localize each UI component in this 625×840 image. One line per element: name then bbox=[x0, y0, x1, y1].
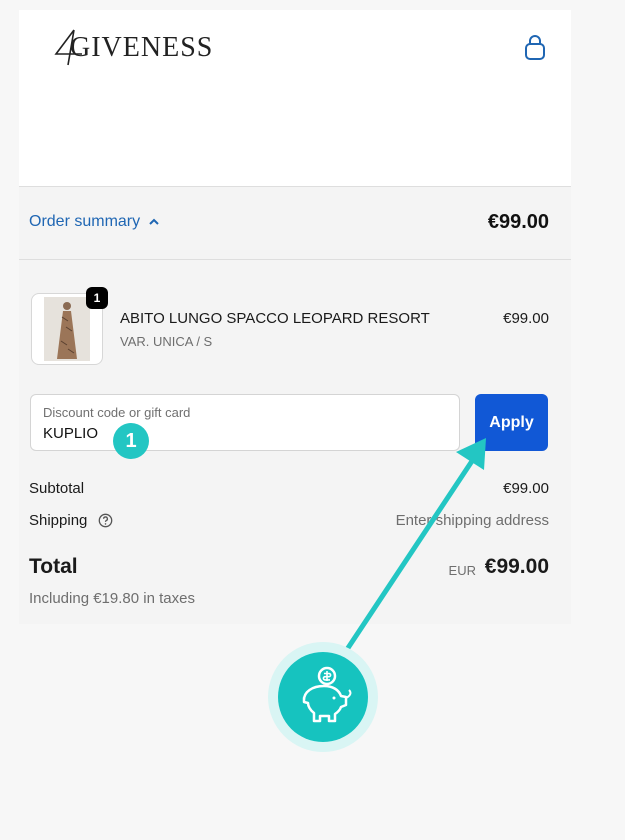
brand-logo[interactable]: GIVENESS bbox=[52, 26, 242, 68]
discount-field-label: Discount code or gift card bbox=[43, 405, 191, 420]
header: GIVENESS bbox=[19, 10, 571, 187]
shipping-value: Enter shipping address bbox=[395, 512, 549, 529]
total-value: €99.00 bbox=[484, 555, 549, 578]
step-number-badge: 1 bbox=[113, 423, 149, 459]
subtotal-label: Subtotal bbox=[29, 480, 85, 497]
discount-field-value[interactable]: KUPLIO bbox=[43, 425, 98, 442]
total-label: Total bbox=[29, 555, 78, 578]
piggy-bank-icon bbox=[302, 666, 352, 723]
subtotal-value: €99.00 bbox=[503, 480, 549, 497]
total-currency: EUR bbox=[448, 563, 476, 578]
checkout-card: GIVENESS Order summary €99.00 1 ABITO LU… bbox=[19, 10, 571, 624]
order-summary-toggle[interactable]: Order summary bbox=[29, 213, 160, 231]
quantity-badge: 1 bbox=[86, 287, 108, 309]
apply-button[interactable]: Apply bbox=[475, 394, 548, 451]
shipping-label: Shipping bbox=[29, 512, 88, 529]
order-summary-bar[interactable]: Order summary €99.00 bbox=[19, 187, 571, 260]
taxes-note: Including €19.80 in taxes bbox=[29, 590, 195, 607]
summary-total: €99.00 bbox=[487, 211, 549, 233]
logo-wordmark: GIVENESS bbox=[70, 32, 214, 63]
help-circle-icon[interactable] bbox=[98, 513, 113, 528]
product-variant: VAR. UNICA / S bbox=[120, 334, 213, 349]
piggy-bank-badge bbox=[268, 642, 378, 752]
shipping-row: Shipping bbox=[29, 512, 113, 529]
chevron-up-icon bbox=[149, 218, 159, 225]
product-name: ABITO LUNGO SPACCO LEOPARD RESORT bbox=[120, 310, 430, 327]
dress-figure-image bbox=[57, 302, 77, 359]
order-summary-label: Order summary bbox=[29, 213, 141, 230]
discount-code-input[interactable]: Discount code or gift card KUPLIO bbox=[30, 394, 460, 451]
shopping-bag-icon[interactable] bbox=[524, 35, 546, 61]
product-image bbox=[44, 297, 90, 361]
product-price: €99.00 bbox=[503, 310, 549, 327]
